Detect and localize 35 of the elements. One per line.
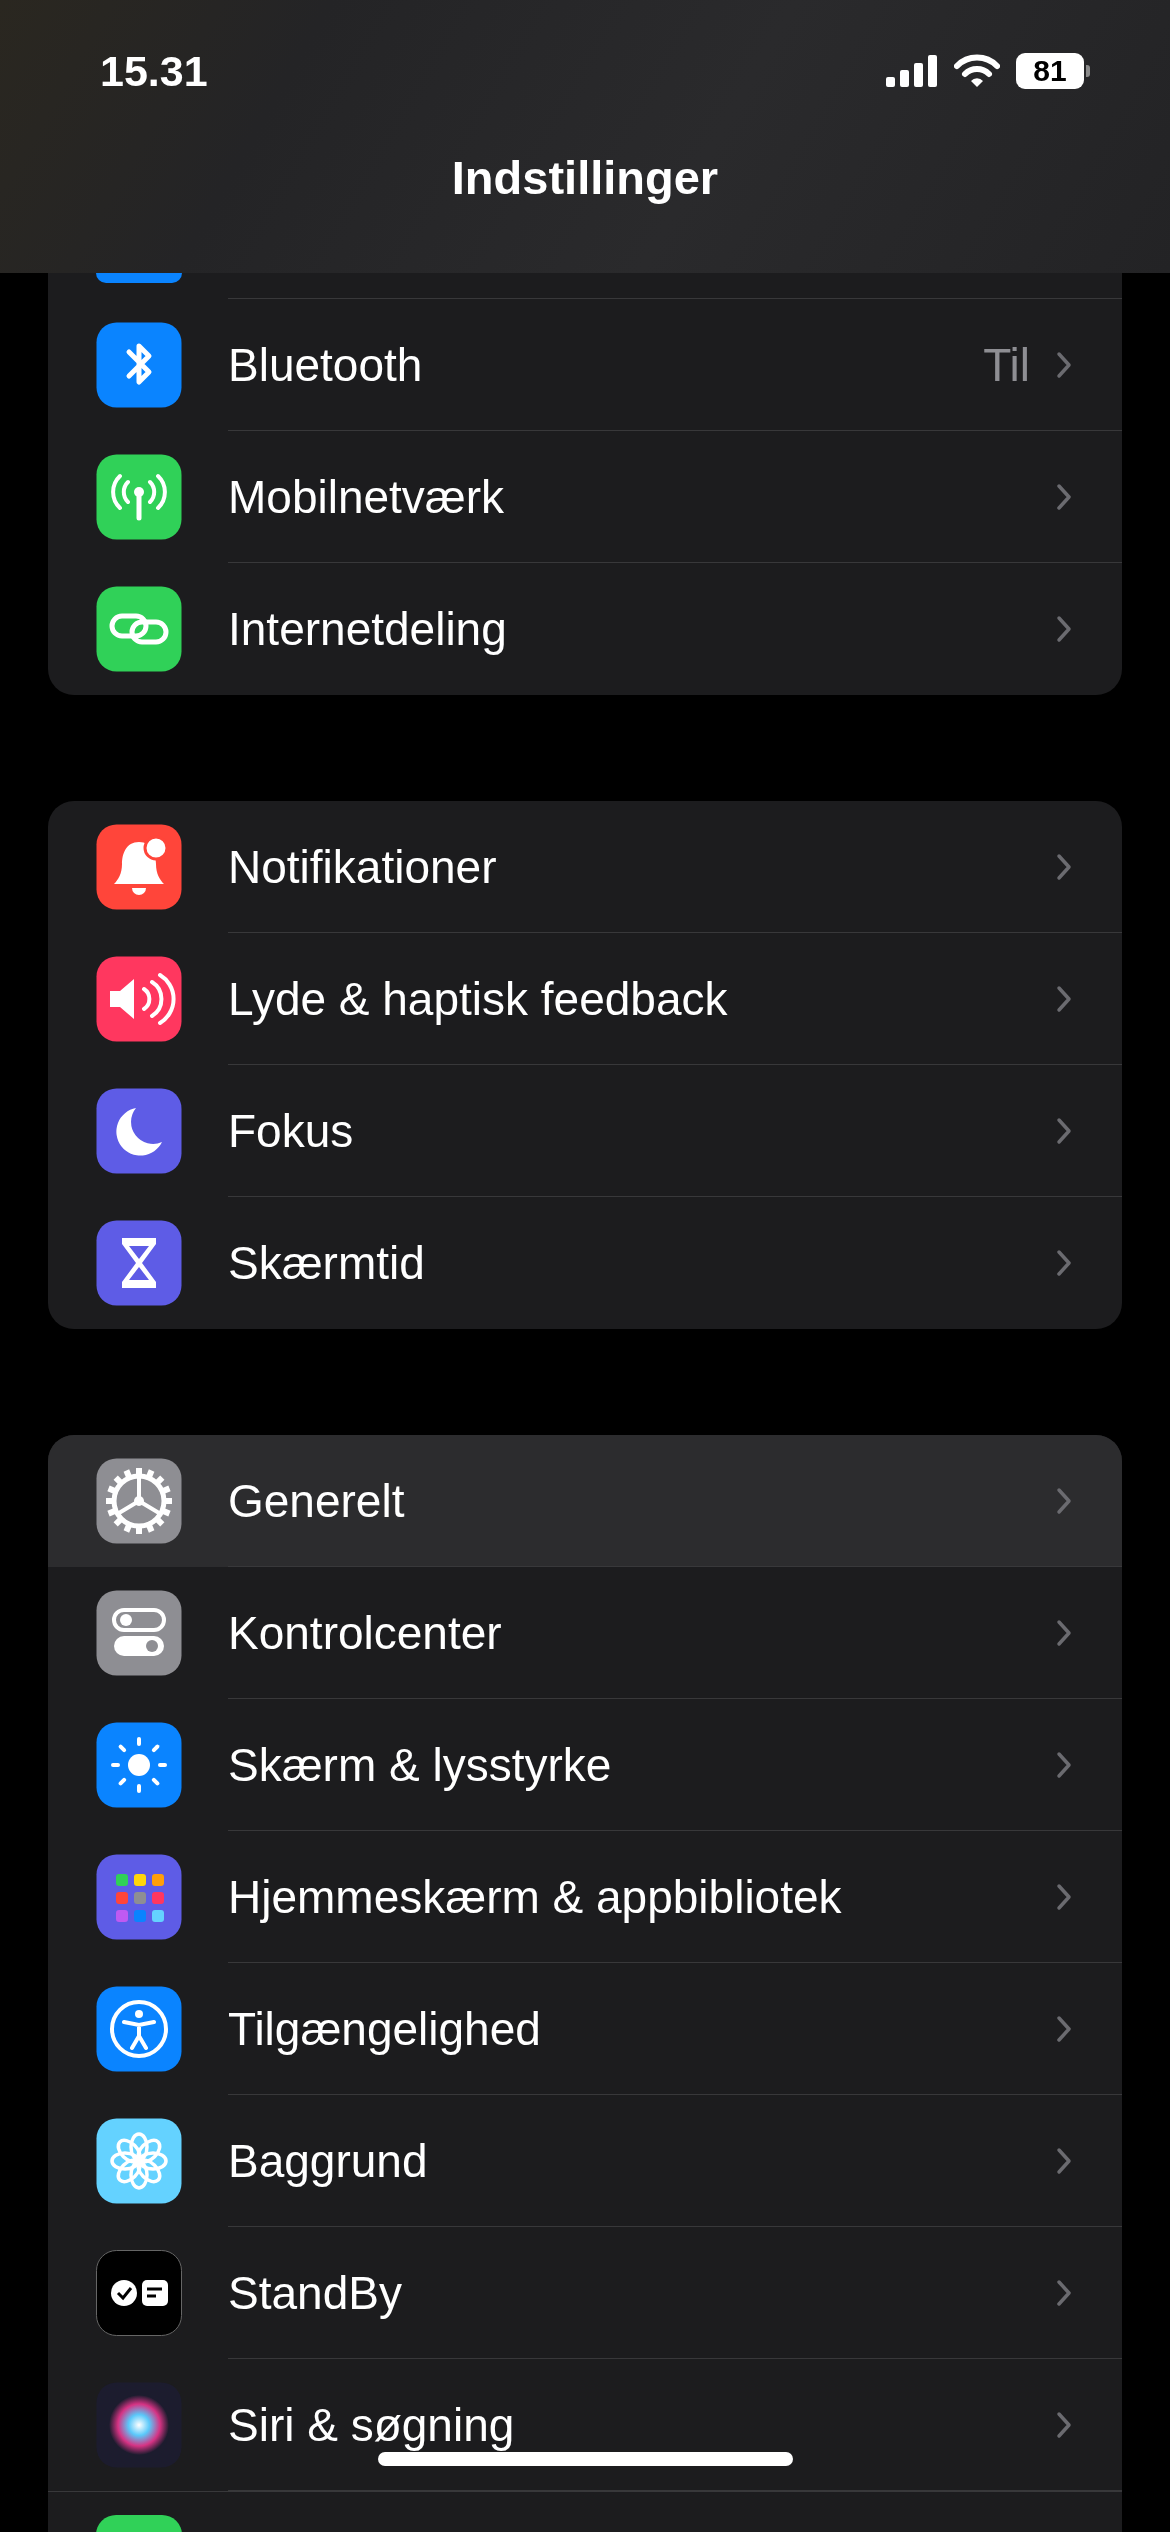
settings-row[interactable]: Fokus [48, 1065, 1122, 1197]
chevron-icon [1056, 984, 1072, 1013]
signal-icon [886, 55, 938, 87]
settings-row[interactable]: Baggrund [48, 2095, 1122, 2227]
status-time: 15.31 [100, 46, 208, 96]
settings-row[interactable]: Skærmtid [48, 1197, 1122, 1329]
cropped-icon [96, 273, 182, 283]
settings-row[interactable]: Skærm & lysstyrke [48, 1699, 1122, 1831]
chevron-icon [1056, 2278, 1072, 2307]
wifi-icon [954, 54, 1000, 88]
settings-row[interactable]: Tilgængelighed [48, 1963, 1122, 2095]
chevron-icon [1056, 2014, 1072, 2043]
settings-row[interactable]: Kontrolcenter [48, 1567, 1122, 1699]
settings-row[interactable]: Generelt [48, 1435, 1122, 1567]
chevron-icon [1056, 482, 1072, 511]
settings-row[interactable]: Bluetooth Til [48, 299, 1122, 431]
chevron-icon [1056, 615, 1072, 643]
settings-row[interactable]: Hjemmeskærm & appbibliotek [48, 1831, 1122, 1963]
chevron-icon [1056, 1116, 1072, 1145]
page-title: Indstillinger [450, 150, 720, 205]
row-value: Til [983, 337, 1030, 392]
settings-row[interactable]: Mobilnetværk [48, 431, 1122, 563]
settings-row[interactable]: Internetdeling [48, 563, 1122, 695]
chevron-icon [1056, 1618, 1072, 1647]
chevron-icon [1056, 1249, 1072, 1277]
settings-row[interactable]: StandBy [48, 2227, 1122, 2359]
chevron-icon [1056, 2410, 1072, 2439]
chevron-icon [1056, 852, 1072, 881]
chevron-icon [1056, 1882, 1072, 1911]
chevron-icon [1056, 2146, 1072, 2175]
settings-row[interactable]: Notifikationer [48, 801, 1122, 933]
chevron-icon [1056, 1750, 1072, 1779]
chevron-icon [1056, 350, 1072, 379]
settings-row[interactable]: Lyde & haptisk feedback [48, 933, 1122, 1065]
chevron-icon [1056, 1486, 1072, 1515]
